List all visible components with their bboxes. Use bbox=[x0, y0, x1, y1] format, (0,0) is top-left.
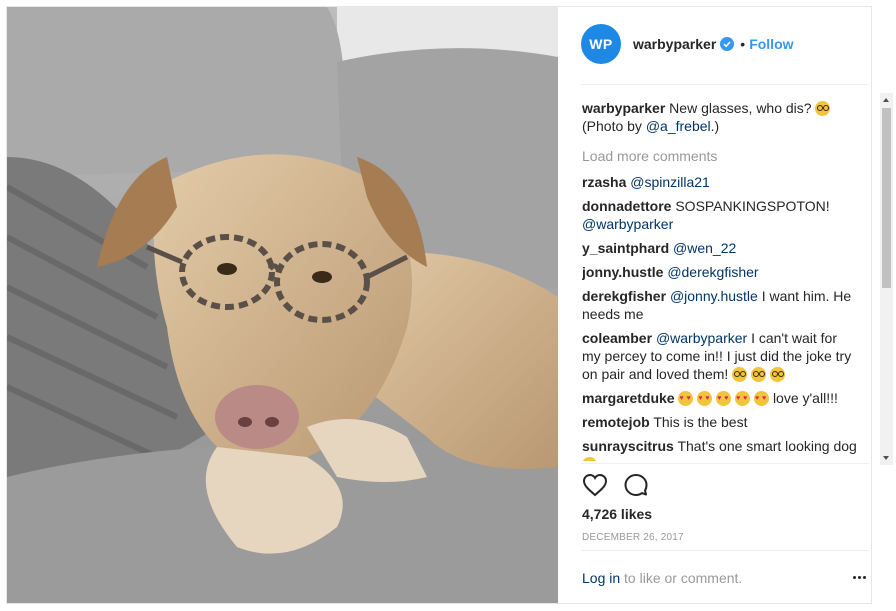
comment: jonny.hustle @derekgfisher bbox=[582, 263, 858, 281]
caption-credit-mention[interactable]: @a_frebel bbox=[646, 118, 711, 134]
comment-username[interactable]: donnadettore bbox=[582, 198, 671, 214]
heart-eyes-icon bbox=[735, 390, 751, 408]
more-dot bbox=[853, 576, 856, 579]
more-dot bbox=[858, 576, 861, 579]
instagram-post: WP warbyparker • Follow warbyparker New … bbox=[6, 6, 893, 604]
comment: remotejob This is the best bbox=[582, 413, 858, 431]
comment-mention[interactable]: @spinzilla21 bbox=[630, 174, 710, 190]
nerd-face-icon bbox=[732, 367, 748, 382]
comment-username[interactable]: sunrayscitrus bbox=[582, 438, 674, 454]
comment-mention[interactable]: @wen_22 bbox=[673, 240, 736, 256]
login-prompt-text: to like or comment. bbox=[620, 570, 743, 586]
comment: margaretduke love y'all!!! bbox=[582, 389, 858, 408]
more-dot bbox=[863, 576, 866, 579]
more-options-icon[interactable] bbox=[853, 576, 866, 579]
comment-username[interactable]: y_saintphard bbox=[582, 240, 669, 256]
caption-credit-prefix: (Photo by bbox=[582, 118, 646, 134]
comments-scrollbar[interactable] bbox=[880, 93, 893, 465]
heart-eyes-icon bbox=[754, 390, 770, 408]
post-photo[interactable] bbox=[7, 7, 558, 603]
comment-username[interactable]: remotejob bbox=[582, 414, 650, 430]
comment-mention[interactable]: @jonny.hustle bbox=[670, 288, 758, 304]
nerd-face-icon bbox=[770, 367, 785, 382]
comment-mention[interactable]: @derekgfisher bbox=[667, 264, 758, 280]
caption: warbyparker New glasses, who dis? (Photo… bbox=[582, 99, 858, 135]
post-header: WP warbyparker • Follow bbox=[558, 7, 871, 84]
login-link[interactable]: Log in bbox=[582, 570, 620, 586]
verified-badge-icon bbox=[720, 37, 735, 51]
comment-username[interactable]: jonny.hustle bbox=[582, 264, 663, 280]
avatar[interactable]: WP bbox=[581, 24, 621, 64]
comment: derekgfisher @jonny.hustle I want him. H… bbox=[582, 287, 858, 323]
heart-eyes-icon bbox=[678, 390, 694, 408]
footer-divider bbox=[581, 550, 869, 551]
speech-bubble-icon[interactable] bbox=[624, 473, 648, 497]
account-line: warbyparker • Follow bbox=[633, 36, 794, 52]
comment-text: love y'all!!! bbox=[772, 390, 838, 406]
load-more-comments-button[interactable]: Load more comments bbox=[582, 147, 858, 165]
caption-text: New glasses, who dis? bbox=[669, 100, 812, 116]
heart-outline-icon[interactable] bbox=[582, 473, 608, 497]
login-prompt: Log in to like or comment. bbox=[582, 570, 742, 586]
heart-eyes-icon bbox=[697, 390, 713, 408]
caption-username[interactable]: warbyparker bbox=[582, 100, 665, 116]
comment: rzasha @spinzilla21 bbox=[582, 173, 858, 191]
likes-count[interactable]: 4,726 likes bbox=[582, 506, 652, 522]
post-date[interactable]: DECEMBER 26, 2017 bbox=[582, 532, 684, 543]
scrollbar-thumb[interactable] bbox=[882, 108, 891, 288]
comment: coleamber @warbyparker I can't wait for … bbox=[582, 329, 858, 383]
nerd-face-icon bbox=[815, 101, 831, 116]
comments-divider bbox=[581, 463, 869, 464]
comment-username[interactable]: coleamber bbox=[582, 330, 652, 346]
heart-eyes-icon bbox=[716, 390, 732, 408]
comment: donnadettore SOSPANKINGSPOTON! @warbypar… bbox=[582, 197, 858, 233]
comment-username[interactable]: margaretduke bbox=[582, 390, 675, 406]
action-bar bbox=[582, 473, 648, 497]
comment-username[interactable]: derekgfisher bbox=[582, 288, 666, 304]
follow-button[interactable]: Follow bbox=[749, 36, 793, 52]
separator-dot: • bbox=[740, 36, 746, 52]
comment-username[interactable]: rzasha bbox=[582, 174, 626, 190]
comment-mention[interactable]: @warbyparker bbox=[582, 216, 673, 232]
dog-photo-illustration bbox=[7, 7, 558, 603]
header-divider bbox=[581, 84, 869, 85]
avatar-initials: WP bbox=[589, 36, 613, 52]
nerd-face-icon bbox=[751, 367, 767, 382]
caption-credit-suffix: .) bbox=[710, 118, 720, 134]
comment: y_saintphard @wen_22 bbox=[582, 239, 858, 257]
scroll-up-arrow-icon[interactable] bbox=[883, 98, 889, 102]
comments-list[interactable]: warbyparker New glasses, who dis? (Photo… bbox=[582, 99, 858, 461]
scroll-down-arrow-icon[interactable] bbox=[883, 456, 889, 460]
comment: sunrayscitrus That's one smart looking d… bbox=[582, 437, 858, 461]
account-username[interactable]: warbyparker bbox=[633, 36, 716, 52]
grin-icon bbox=[582, 457, 597, 461]
comment-text: SOSPANKINGSPOTON! bbox=[675, 198, 830, 214]
comment-text: That's one smart looking dog bbox=[677, 438, 857, 454]
comment-text: This is the best bbox=[653, 414, 748, 430]
post-sidebar: WP warbyparker • Follow warbyparker New … bbox=[558, 7, 893, 603]
comment-mention[interactable]: @warbyparker bbox=[656, 330, 747, 346]
